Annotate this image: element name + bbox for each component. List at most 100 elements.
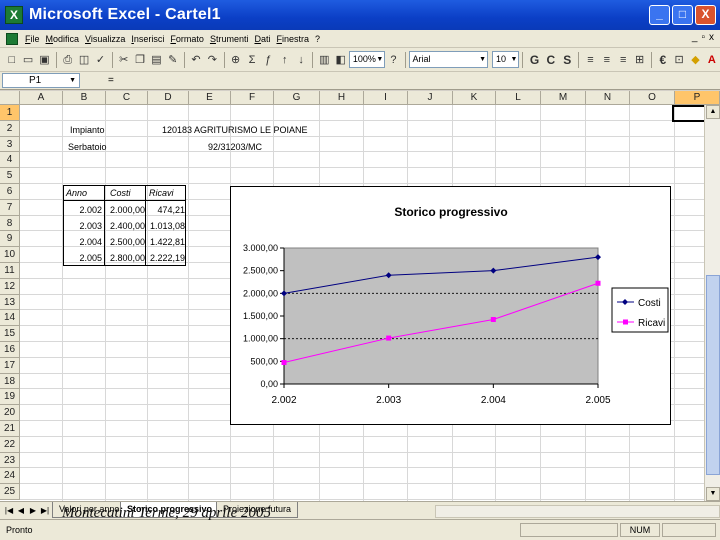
font-dropdown[interactable]: Arial ▼ bbox=[408, 51, 488, 68]
header-ricavi[interactable]: Ricavi bbox=[149, 186, 174, 201]
row-header-8[interactable]: 8 bbox=[0, 215, 20, 232]
cell-costi[interactable]: 2.800,00 bbox=[105, 251, 145, 266]
redo-icon[interactable]: ↷ bbox=[205, 52, 219, 68]
print-icon[interactable]: ⎙ bbox=[61, 52, 75, 68]
menu-finestra[interactable]: Finestra bbox=[273, 34, 312, 44]
column-header-m[interactable]: M bbox=[541, 91, 586, 105]
row-header-19[interactable]: 19 bbox=[0, 389, 20, 406]
cell-ricavi[interactable]: 1.013,08 bbox=[147, 219, 185, 234]
column-header-f[interactable]: F bbox=[231, 91, 274, 105]
column-header-i[interactable]: I bbox=[364, 91, 408, 105]
cell-anno[interactable]: 2.002 bbox=[64, 203, 102, 218]
row-header-13[interactable]: 13 bbox=[0, 294, 20, 311]
scrollbar-thumb[interactable] bbox=[706, 275, 720, 475]
cell-ricavi[interactable]: 2.222,19 bbox=[147, 251, 185, 266]
doc-close-button[interactable]: x bbox=[709, 32, 714, 43]
borders-icon[interactable]: ⊡ bbox=[672, 52, 686, 68]
line-chart[interactable]: Storico progressivo 0,00 500,00 1.000,00 1.5… bbox=[230, 186, 671, 425]
row-header-7[interactable]: 7 bbox=[0, 199, 20, 216]
column-header-h[interactable]: H bbox=[320, 91, 364, 105]
row-header-10[interactable]: 10 bbox=[0, 247, 20, 263]
column-header-p[interactable]: P bbox=[675, 91, 720, 105]
underline-button[interactable]: S bbox=[560, 52, 574, 68]
row-header-21[interactable]: 21 bbox=[0, 421, 20, 437]
bold-button[interactable]: G bbox=[527, 52, 541, 68]
row-header-1[interactable]: 1 bbox=[0, 105, 20, 121]
row-header-15[interactable]: 15 bbox=[0, 326, 20, 342]
close-button[interactable]: X bbox=[695, 5, 716, 25]
cell-anno[interactable]: 2.005 bbox=[64, 251, 102, 266]
autosum-icon[interactable]: Σ bbox=[245, 52, 259, 68]
save-icon[interactable]: ▣ bbox=[37, 52, 51, 68]
hyperlink-icon[interactable]: ⊕ bbox=[228, 52, 242, 68]
scroll-down-icon[interactable]: ▼ bbox=[706, 487, 720, 501]
row-header-12[interactable]: 12 bbox=[0, 278, 20, 295]
column-header-k[interactable]: K bbox=[453, 91, 496, 105]
paste-icon[interactable]: ▤ bbox=[149, 52, 163, 68]
column-header-d[interactable]: D bbox=[148, 91, 189, 105]
align-left-icon[interactable]: ≡ bbox=[583, 52, 597, 68]
column-header-g[interactable]: G bbox=[274, 91, 320, 105]
sort-descending-icon[interactable]: ↓ bbox=[294, 52, 308, 68]
header-costi[interactable]: Costi bbox=[110, 186, 131, 201]
undo-icon[interactable]: ↶ bbox=[189, 52, 203, 68]
column-header-o[interactable]: O bbox=[630, 91, 675, 105]
row-header-5[interactable]: 5 bbox=[0, 168, 20, 184]
row-header-23[interactable]: 23 bbox=[0, 452, 20, 469]
cell-e3[interactable]: 92/31203/MC bbox=[208, 140, 262, 155]
excel-icon[interactable]: X bbox=[5, 6, 23, 24]
menu-help[interactable]: ? bbox=[312, 34, 323, 44]
selected-cell-p1[interactable] bbox=[672, 105, 708, 122]
row-header-24[interactable]: 24 bbox=[0, 468, 20, 485]
row-header-3[interactable]: 3 bbox=[0, 136, 20, 153]
cell-b2[interactable]: Impianto bbox=[70, 123, 105, 138]
prev-sheet-icon[interactable]: ◀ bbox=[16, 505, 26, 517]
align-right-icon[interactable]: ≡ bbox=[616, 52, 630, 68]
font-color-icon[interactable]: A bbox=[705, 52, 719, 68]
next-sheet-icon[interactable]: ▶ bbox=[28, 505, 38, 517]
open-folder-icon[interactable]: ▭ bbox=[21, 52, 35, 68]
menu-formato[interactable]: Formato bbox=[167, 34, 207, 44]
column-header-a[interactable]: A bbox=[20, 91, 63, 105]
new-file-icon[interactable]: □ bbox=[5, 52, 19, 68]
print-preview-icon[interactable]: ◫ bbox=[77, 52, 91, 68]
cell-anno[interactable]: 2.004 bbox=[64, 235, 102, 250]
row-header-2[interactable]: 2 bbox=[0, 120, 20, 137]
column-header-c[interactable]: C bbox=[106, 91, 148, 105]
horizontal-scrollbar[interactable] bbox=[435, 505, 720, 518]
row-header-11[interactable]: 11 bbox=[0, 263, 20, 279]
format-painter-icon[interactable]: ✎ bbox=[166, 52, 180, 68]
column-header-l[interactable]: L bbox=[496, 91, 541, 105]
maximize-button[interactable]: □ bbox=[672, 5, 693, 25]
column-header-b[interactable]: B bbox=[63, 91, 106, 105]
last-sheet-icon[interactable]: ▶| bbox=[40, 505, 50, 517]
cell-b3[interactable]: Serbatoio bbox=[68, 140, 107, 155]
doc-restore-button[interactable]: ▫ bbox=[701, 32, 705, 43]
row-header-14[interactable]: 14 bbox=[0, 310, 20, 327]
doc-minimize-button[interactable]: _ bbox=[692, 32, 698, 43]
worksheet-grid[interactable]: Impianto 120183 AGRITURISMO LE POIANE Se… bbox=[0, 91, 720, 501]
currency-button[interactable]: € bbox=[656, 52, 670, 68]
fill-color-icon[interactable]: ◆ bbox=[688, 52, 702, 68]
drawing-icon[interactable]: ◧ bbox=[334, 52, 348, 68]
align-center-icon[interactable]: ≡ bbox=[600, 52, 614, 68]
sort-ascending-icon[interactable]: ↑ bbox=[278, 52, 292, 68]
cut-icon[interactable]: ✂ bbox=[117, 52, 131, 68]
row-header-16[interactable]: 16 bbox=[0, 342, 20, 358]
menu-strumenti[interactable]: Strumenti bbox=[207, 34, 252, 44]
copy-icon[interactable]: ❐ bbox=[133, 52, 147, 68]
row-header-20[interactable]: 20 bbox=[0, 405, 20, 421]
formula-equals[interactable]: = bbox=[108, 75, 114, 86]
row-header-9[interactable]: 9 bbox=[0, 231, 20, 248]
header-anno[interactable]: Anno bbox=[66, 186, 87, 201]
cell-anno[interactable]: 2.003 bbox=[64, 219, 102, 234]
zoom-dropdown[interactable]: 100% ▼ bbox=[348, 51, 386, 68]
vertical-scrollbar[interactable]: ▲ ▼ bbox=[704, 105, 720, 501]
menu-modifica[interactable]: Modifica bbox=[43, 34, 83, 44]
function-icon[interactable]: ƒ bbox=[261, 52, 275, 68]
workbook-icon[interactable] bbox=[6, 32, 18, 45]
menu-inserisci[interactable]: Inserisci bbox=[128, 34, 167, 44]
select-all-corner[interactable] bbox=[0, 91, 20, 105]
name-box[interactable]: P1 ▼ bbox=[2, 73, 80, 88]
row-header-4[interactable]: 4 bbox=[0, 152, 20, 169]
